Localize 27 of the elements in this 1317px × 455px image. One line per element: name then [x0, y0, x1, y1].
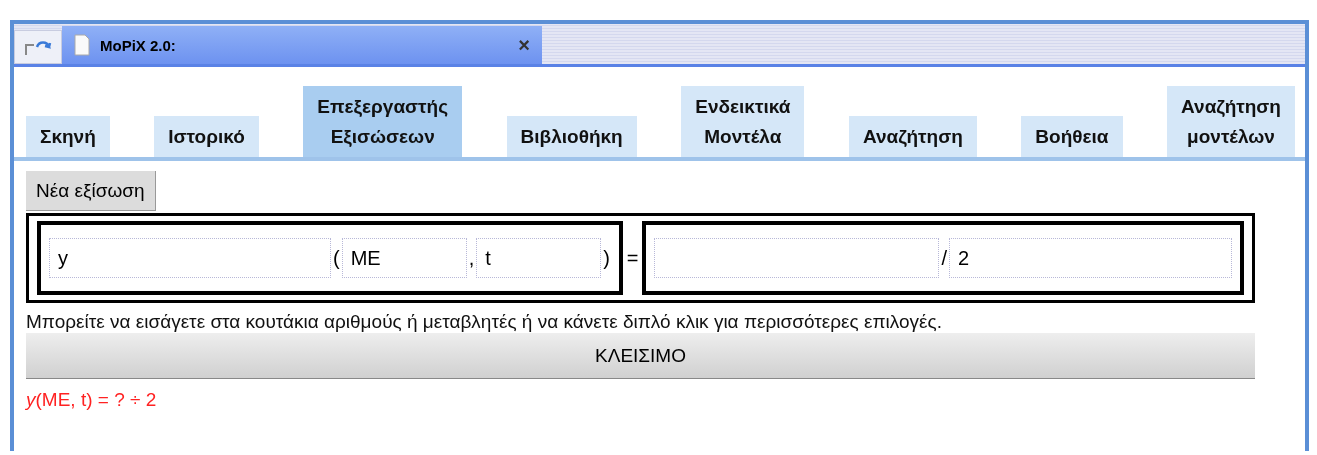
- input-field[interactable]: ME: [341, 238, 467, 278]
- tab[interactable]: Αναζήτηση μοντέλων: [1167, 86, 1295, 157]
- equals-sign: =: [626, 246, 639, 270]
- symbol: /: [941, 246, 947, 270]
- new-equation-button[interactable]: Νέα εξίσωση: [26, 171, 156, 211]
- input-field[interactable]: 2: [949, 238, 1232, 278]
- document-icon: [74, 34, 90, 56]
- tab[interactable]: Βιβλιοθήκη: [506, 115, 637, 157]
- tab[interactable]: Βοήθεια: [1021, 115, 1123, 157]
- input-field[interactable]: t: [476, 238, 602, 278]
- home-button[interactable]: [14, 30, 62, 64]
- equation-result: y(ME, t) = ? ÷ 2: [26, 389, 157, 411]
- tab[interactable]: Αναζήτηση: [848, 115, 977, 157]
- close-icon[interactable]: ×: [518, 33, 530, 57]
- symbol: (: [333, 246, 340, 270]
- tab[interactable]: Επεξεργαστής Εξισώσεων: [303, 86, 463, 157]
- tab[interactable]: Ενδεικτικά Μοντέλα: [681, 86, 805, 157]
- tab-title: MoPiX 2.0:: [100, 36, 177, 54]
- symbol: ): [603, 246, 610, 270]
- symbol: ,: [468, 246, 475, 270]
- tab[interactable]: Σκηνή: [26, 115, 110, 157]
- input-field[interactable]: [654, 238, 940, 278]
- close-button[interactable]: ΚΛΕΙΣΙΜΟ: [26, 333, 1255, 379]
- input-field[interactable]: y: [49, 238, 331, 278]
- browser-tab[interactable]: MoPiX 2.0: ×: [62, 26, 542, 64]
- tab[interactable]: Ιστορικό: [154, 115, 259, 157]
- hint-text: Μπορείτε να εισάγετε στα κουτάκια αριθμούς ή μεταβλητές ή να κάνετε διπλό κλικ για περισσότερες επιλογές.: [26, 311, 943, 333]
